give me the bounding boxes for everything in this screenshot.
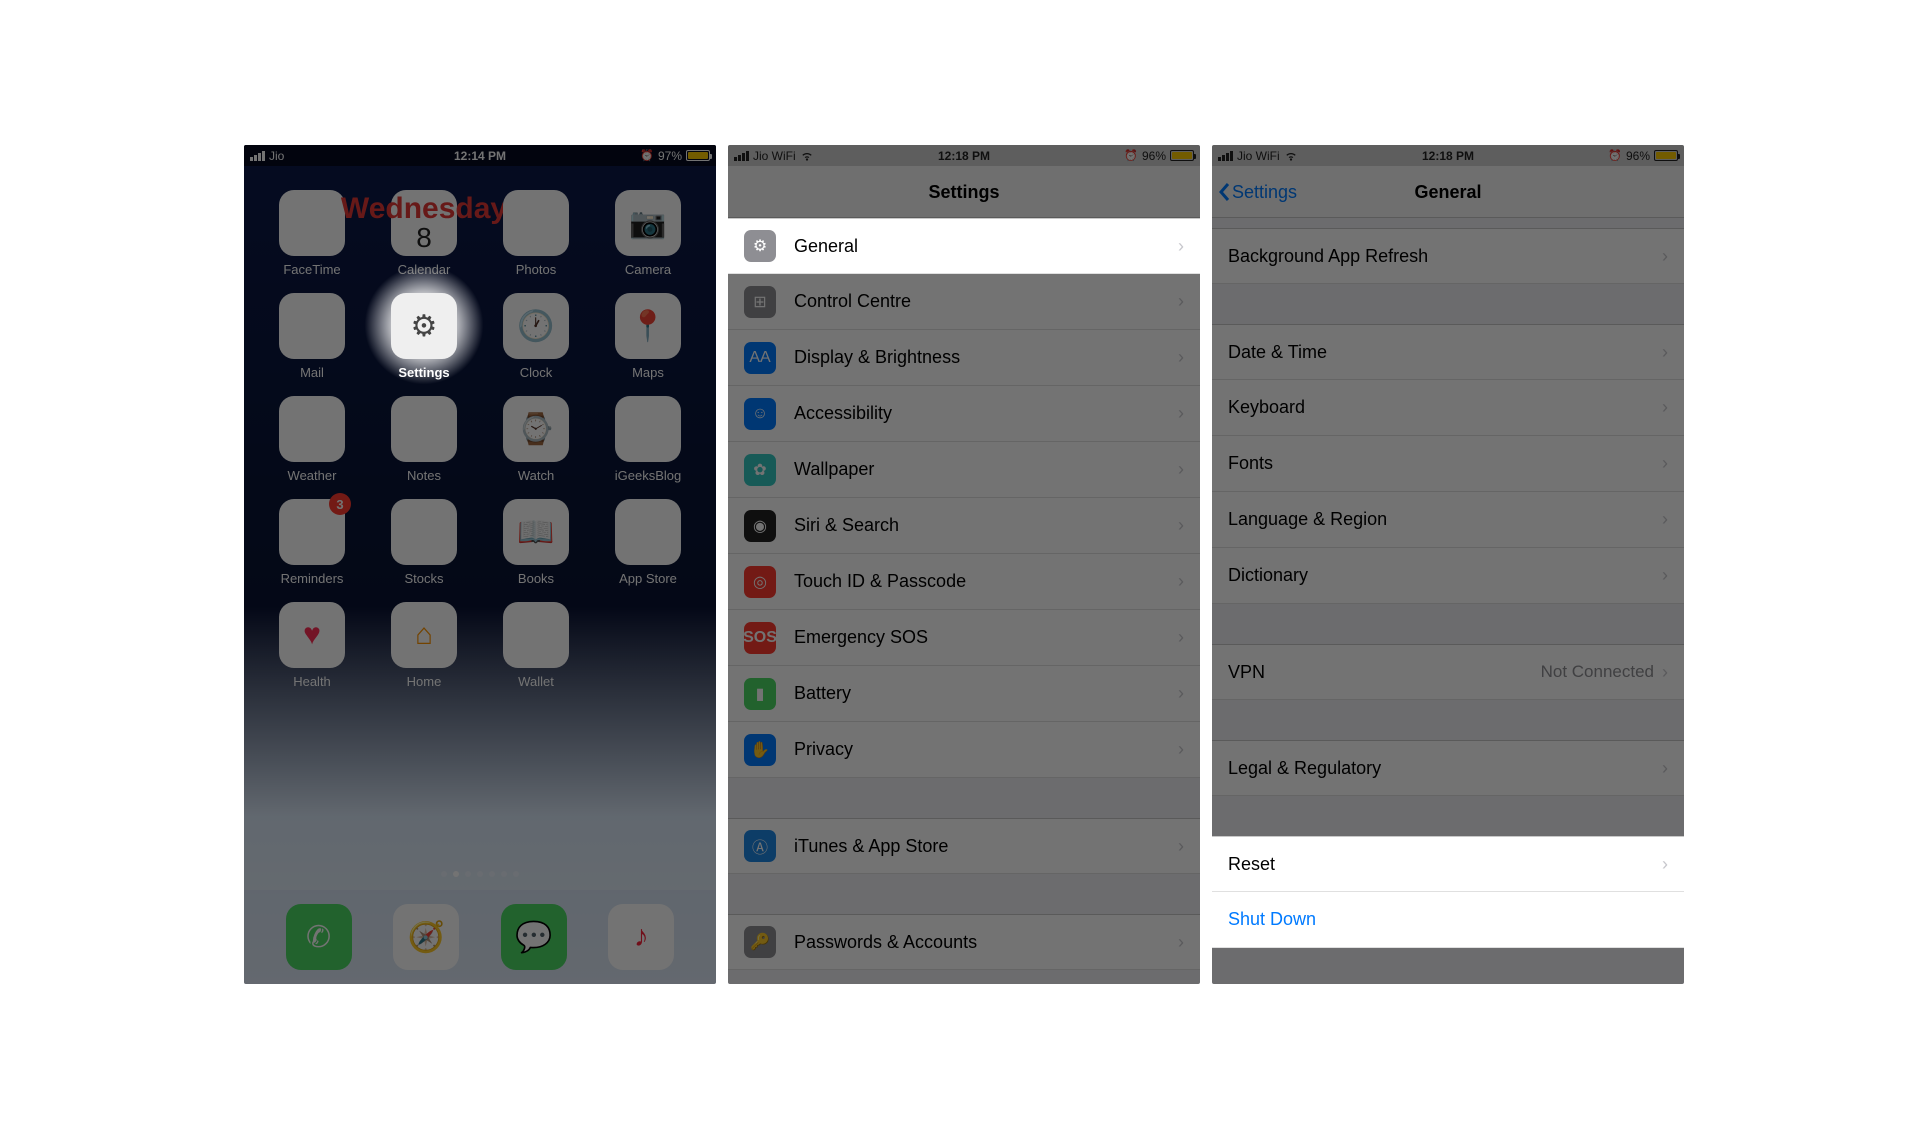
battery-icon [1654,150,1678,161]
row-keyboard[interactable]: Keyboard › [1212,380,1684,436]
row-control-centre[interactable]: ⊞ Control Centre › [728,274,1200,330]
app-settings[interactable]: ⚙Settings [374,293,474,380]
vpn-status: Not Connected [1541,662,1654,682]
wifi-icon [800,149,814,163]
chevron-right-icon: › [1662,397,1668,418]
row-display[interactable]: AA Display & Brightness › [728,330,1200,386]
chevron-right-icon: › [1662,453,1668,474]
back-button[interactable]: Settings [1218,166,1297,217]
row-legal[interactable]: Legal & Regulatory › [1212,740,1684,796]
row-accessibility[interactable]: ☺ Accessibility › [728,386,1200,442]
text-size-icon: AA [744,342,776,374]
chevron-right-icon: › [1178,403,1184,424]
row-vpn[interactable]: VPN Not Connected › [1212,644,1684,700]
accessibility-icon: ☺ [744,398,776,430]
chevron-right-icon: › [1178,515,1184,536]
row-shutdown[interactable]: Shut Down [1212,892,1684,948]
row-wallpaper[interactable]: ✿ Wallpaper › [728,442,1200,498]
alarm-icon: ⏰ [1124,149,1138,162]
carrier-label: Jio WiFi [753,149,796,163]
status-bar: Jio WiFi 12:18 PM ⏰ 96% [1212,145,1684,166]
nav-title: Settings [728,166,1200,218]
general-screen: Jio WiFi 12:18 PM ⏰ 96% Settings General… [1212,145,1684,984]
battery-percent: 96% [1142,149,1166,163]
row-battery[interactable]: ▮ Battery › [728,666,1200,722]
carrier-label: Jio WiFi [1237,149,1280,163]
chevron-right-icon: › [1178,739,1184,760]
battery-row-icon: ▮ [744,678,776,710]
siri-icon: ◉ [744,510,776,542]
hand-icon: ✋ [744,734,776,766]
battery-icon [1170,150,1194,161]
row-language-region[interactable]: Language & Region › [1212,492,1684,548]
status-bar: Jio WiFi 12:18 PM ⏰ 96% [728,145,1200,166]
home-screen: Jio 12:14 PM ⏰ 97% ▣FaceTime Wednesday8C… [244,145,716,984]
row-siri[interactable]: ◉ Siri & Search › [728,498,1200,554]
sos-icon: SOS [744,622,776,654]
chevron-right-icon: › [1662,854,1668,875]
chevron-right-icon: › [1178,932,1184,953]
chevron-right-icon: › [1178,347,1184,368]
toggles-icon: ⊞ [744,286,776,318]
chevron-right-icon: › [1662,758,1668,779]
alarm-icon: ⏰ [1608,149,1622,162]
row-itunes[interactable]: Ⓐ iTunes & App Store › [728,818,1200,874]
key-icon: 🔑 [744,926,776,958]
row-passwords[interactable]: 🔑 Passwords & Accounts › [728,914,1200,970]
chevron-right-icon: › [1178,236,1184,257]
row-fonts[interactable]: Fonts › [1212,436,1684,492]
signal-icon [734,151,749,161]
chevron-right-icon: › [1662,342,1668,363]
chevron-right-icon: › [1178,291,1184,312]
gear-icon: ⚙ [744,230,776,262]
battery-percent: 96% [1626,149,1650,163]
chevron-right-icon: › [1178,683,1184,704]
appstore-icon: Ⓐ [744,830,776,862]
wifi-icon [1284,149,1298,163]
wallpaper-icon: ✿ [744,454,776,486]
chevron-right-icon: › [1178,571,1184,592]
chevron-right-icon: › [1178,836,1184,857]
row-bg-refresh[interactable]: Background App Refresh › [1212,228,1684,284]
row-touchid[interactable]: ◎ Touch ID & Passcode › [728,554,1200,610]
row-general[interactable]: ⚙ General › [728,218,1200,274]
signal-icon [1218,151,1233,161]
chevron-right-icon: › [1662,565,1668,586]
fingerprint-icon: ◎ [744,566,776,598]
nav-title: Settings General [1212,166,1684,218]
row-dictionary[interactable]: Dictionary › [1212,548,1684,604]
settings-screen: Jio WiFi 12:18 PM ⏰ 96% Settings ⚙ Gener… [728,145,1200,984]
row-date-time[interactable]: Date & Time › [1212,324,1684,380]
chevron-right-icon: › [1662,662,1668,683]
row-sos[interactable]: SOS Emergency SOS › [728,610,1200,666]
chevron-right-icon: › [1662,509,1668,530]
chevron-right-icon: › [1178,627,1184,648]
chevron-right-icon: › [1178,459,1184,480]
row-reset[interactable]: Reset › [1212,836,1684,892]
chevron-right-icon: › [1662,246,1668,267]
row-privacy[interactable]: ✋ Privacy › [728,722,1200,778]
